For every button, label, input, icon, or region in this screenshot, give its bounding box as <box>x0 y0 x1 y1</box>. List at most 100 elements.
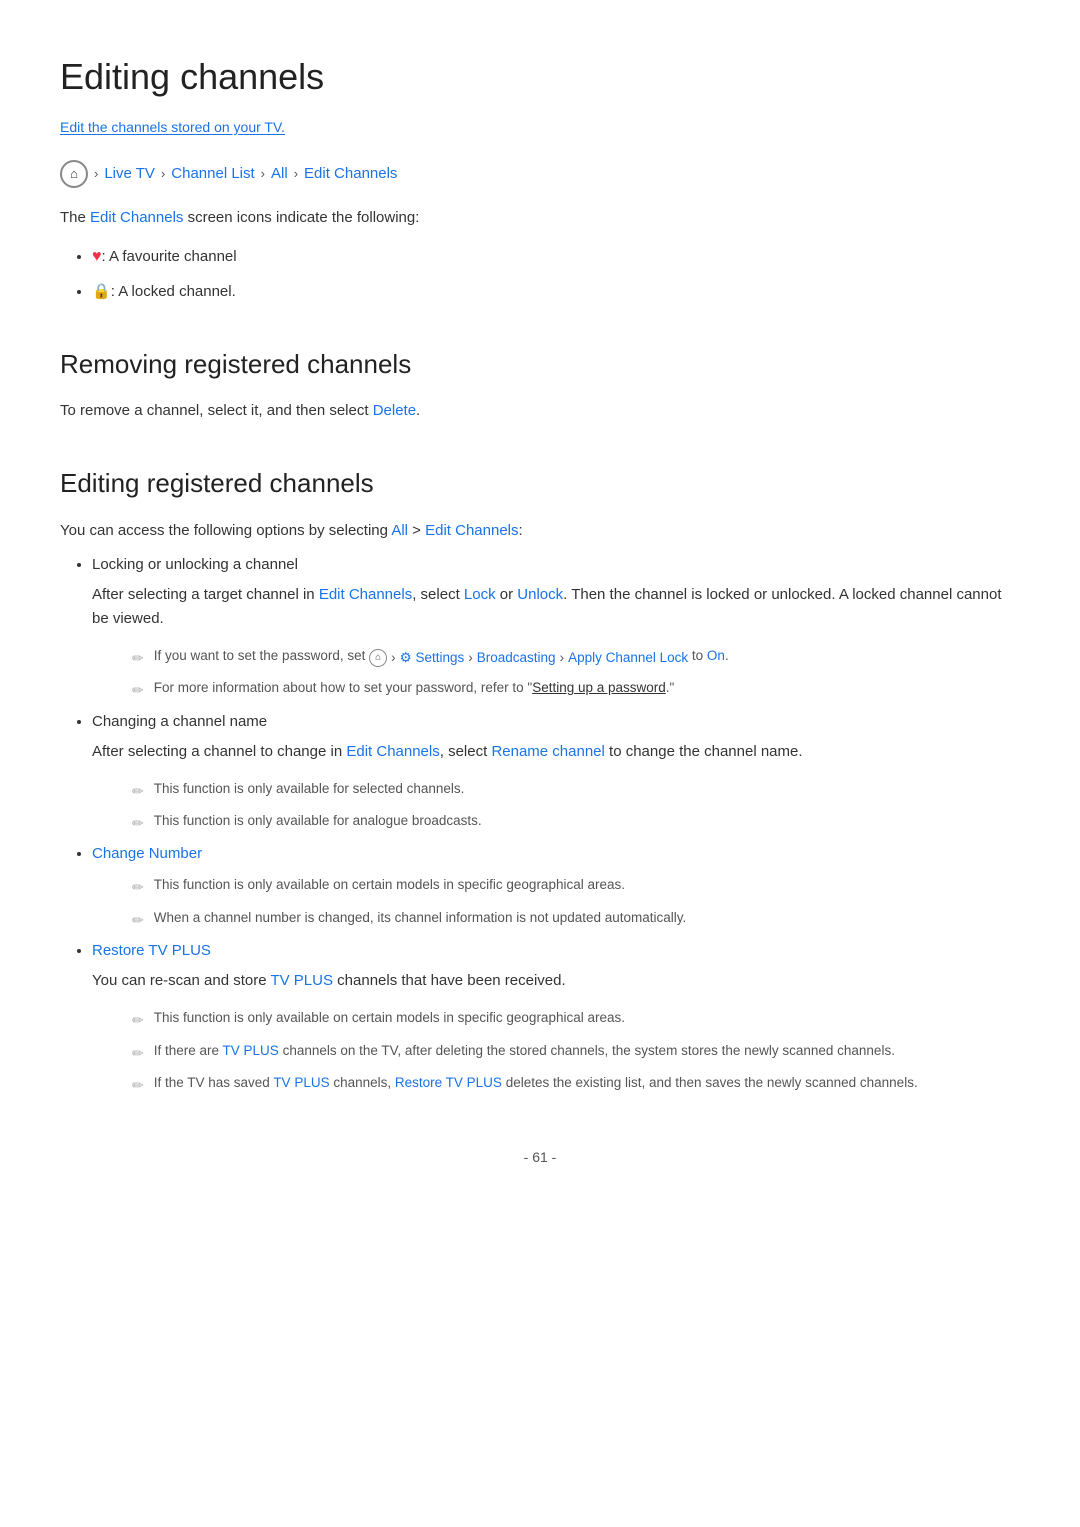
breadcrumb: ⌂ › Live TV › Channel List › All › Edit … <box>60 160 1020 188</box>
restore-tv-plus-link[interactable]: Restore TV PLUS <box>92 942 211 959</box>
s2-intro-middle: > <box>408 522 425 539</box>
change-number-note1-text: This function is only available on certa… <box>154 874 625 896</box>
note-pencil-icon-6: ✏ <box>132 909 144 931</box>
note-pencil-icon-9: ✏ <box>132 1074 144 1096</box>
note2-after: ." <box>666 680 675 695</box>
intro-before: The <box>60 209 90 226</box>
restore-note2-before: If there are <box>154 1043 223 1058</box>
rename-desc-before: After selecting a channel to change in <box>92 743 346 760</box>
lock-icon-item: 🔒: A locked channel. <box>92 280 1020 304</box>
list-item-locking: Locking or unlocking a channel After sel… <box>92 553 1020 702</box>
restore-note-3: ✏ If the TV has saved TV PLUS channels, … <box>132 1072 1020 1096</box>
rename-channel-link[interactable]: Rename channel <box>491 743 604 760</box>
tv-plus-link-3[interactable]: TV PLUS <box>273 1075 329 1090</box>
page-number: - 61 - <box>524 1149 557 1165</box>
section2-items: Locking or unlocking a channel After sel… <box>60 553 1020 1097</box>
breadcrumb-edit-channels[interactable]: Edit Channels <box>304 162 397 186</box>
intro-after: screen icons indicate the following: <box>183 209 419 226</box>
note2-content: For more information about how to set yo… <box>154 677 675 699</box>
restore-note2-content: If there are TV PLUS channels on the TV,… <box>154 1040 895 1062</box>
rename-desc-mid: , select <box>440 743 492 760</box>
breadcrumb-live-tv[interactable]: Live TV <box>104 162 155 186</box>
note1-to: to <box>692 648 707 663</box>
section2-title: Editing registered channels <box>60 463 1020 505</box>
locking-description: After selecting a target channel in Edit… <box>92 577 1020 637</box>
list-item-restore-tv-plus: Restore TV PLUS You can re-scan and stor… <box>92 939 1020 1096</box>
change-number-link[interactable]: Change Number <box>92 845 202 862</box>
lock-label: : A locked channel. <box>111 283 236 300</box>
restore-desc-before: You can re-scan and store <box>92 972 270 989</box>
rename-edit-channels-link[interactable]: Edit Channels <box>346 743 439 760</box>
s1-before: To remove a channel, select it, and then… <box>60 402 373 419</box>
chevron-icon-1: › <box>94 164 98 185</box>
note-pencil-icon-5: ✏ <box>132 876 144 898</box>
locking-note-2: ✏ For more information about how to set … <box>132 677 1020 701</box>
s2-intro-after: : <box>519 522 523 539</box>
restore-note3-mid: channels, <box>330 1075 395 1090</box>
s2-all-link[interactable]: All <box>391 522 408 539</box>
note1-broadcasting-link[interactable]: Broadcasting <box>477 647 556 669</box>
restore-note1-text: This function is only available on certa… <box>154 1007 625 1029</box>
restore-description: You can re-scan and store TV PLUS channe… <box>92 963 1020 999</box>
restore-tv-plus-link-2[interactable]: Restore TV PLUS <box>395 1075 502 1090</box>
s1-delete-link[interactable]: Delete <box>373 402 416 419</box>
rename-description: After selecting a channel to change in E… <box>92 734 1020 770</box>
s2-edit-channels-link[interactable]: Edit Channels <box>425 522 518 539</box>
home-icon: ⌂ <box>60 160 88 188</box>
s1-after: . <box>416 402 420 419</box>
heart-icon: ♥ <box>92 248 102 265</box>
note1-content: If you want to set the password, set ⌂ ›… <box>154 645 729 669</box>
lock-or: or <box>496 586 518 603</box>
note-pencil-icon-8: ✏ <box>132 1042 144 1064</box>
note-pencil-icon-2: ✏ <box>132 679 144 701</box>
favourite-icon-item: ♥: A favourite channel <box>92 244 1020 270</box>
note1-apply-channel-lock-link[interactable]: Apply Channel Lock <box>568 647 688 669</box>
note-pencil-icon-3: ✏ <box>132 780 144 802</box>
unlock-link[interactable]: Unlock <box>517 586 563 603</box>
restore-note-2: ✏ If there are TV PLUS channels on the T… <box>132 1040 1020 1064</box>
note1-settings-link[interactable]: ⚙ Settings <box>400 647 465 669</box>
rename-desc-after: to change the channel name. <box>605 743 803 760</box>
note1-before: If you want to set the password, set <box>154 648 369 663</box>
breadcrumb-channel-list[interactable]: Channel List <box>171 162 254 186</box>
note-pencil-icon-1: ✏ <box>132 647 144 669</box>
tv-plus-link-2[interactable]: TV PLUS <box>223 1043 279 1058</box>
list-item-change-number: Change Number ✏ This function is only av… <box>92 842 1020 931</box>
restore-note3-before: If the TV has saved <box>154 1075 274 1090</box>
rename-note-2: ✏ This function is only available for an… <box>132 810 1020 834</box>
note-pencil-icon-4: ✏ <box>132 812 144 834</box>
change-number-note-1: ✏ This function is only available on cer… <box>132 874 1020 898</box>
restore-note2-after: channels on the TV, after deleting the s… <box>279 1043 895 1058</box>
note1-breadcrumb: ⌂ › ⚙ Settings › Broadcasting › Apply Ch… <box>369 647 688 669</box>
note1-on-link[interactable]: On <box>707 648 725 663</box>
change-number-note2-text: When a channel number is changed, its ch… <box>154 907 687 929</box>
breadcrumb-all[interactable]: All <box>271 162 288 186</box>
rename-label: Changing a channel name <box>92 713 267 730</box>
note1-chevron2: › <box>468 647 473 669</box>
icons-list: ♥: A favourite channel 🔒: A locked chann… <box>60 244 1020 304</box>
page-subtitle: Edit the channels stored on your TV. <box>60 116 1020 138</box>
rename-note1-text: This function is only available for sele… <box>154 778 465 800</box>
section1-title: Removing registered channels <box>60 344 1020 386</box>
note1-chevron3: › <box>560 647 565 669</box>
locking-note-1: ✏ If you want to set the password, set ⌂… <box>132 645 1020 669</box>
setting-up-password-link[interactable]: Setting up a password <box>532 680 666 695</box>
page-title: Editing channels <box>60 48 1020 106</box>
page-footer: - 61 - <box>60 1146 1020 1168</box>
restore-desc-after: channels that have been received. <box>333 972 566 989</box>
lock-link[interactable]: Lock <box>464 586 496 603</box>
locking-label: Locking or unlocking a channel <box>92 556 298 573</box>
note2-before: For more information about how to set yo… <box>154 680 532 695</box>
s2-intro-before: You can access the following options by … <box>60 522 391 539</box>
note1-end: . <box>725 648 729 663</box>
intro-link[interactable]: Edit Channels <box>90 209 183 226</box>
chevron-icon-4: › <box>294 164 298 185</box>
tv-plus-link-1[interactable]: TV PLUS <box>270 972 333 989</box>
list-item-rename: Changing a channel name After selecting … <box>92 710 1020 835</box>
restore-note3-content: If the TV has saved TV PLUS channels, Re… <box>154 1072 918 1094</box>
rename-note2-text: This function is only available for anal… <box>154 810 482 832</box>
note-pencil-icon-7: ✏ <box>132 1009 144 1031</box>
lock-edit-channels-link[interactable]: Edit Channels <box>319 586 412 603</box>
note1-chevron1: › <box>391 647 396 669</box>
lock-desc-before: After selecting a target channel in <box>92 586 319 603</box>
